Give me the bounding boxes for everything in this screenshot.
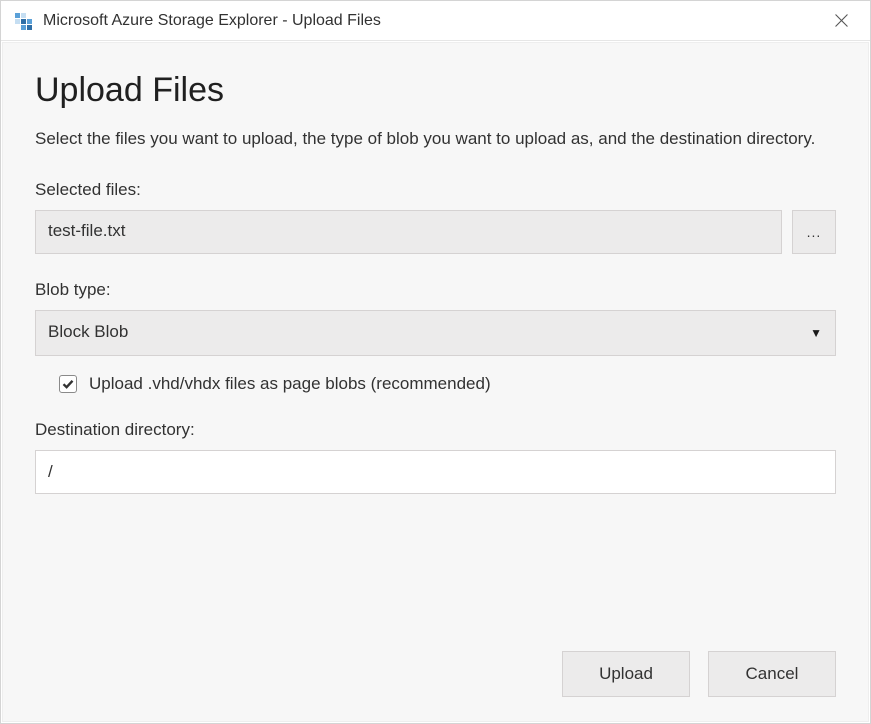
close-button[interactable] (820, 1, 862, 40)
cancel-button[interactable]: Cancel (708, 651, 836, 697)
blob-type-group: Blob type: Block Blob ▼ Upload .vhd/vhdx… (35, 280, 836, 394)
dialog-window: Microsoft Azure Storage Explorer - Uploa… (0, 0, 871, 724)
selected-files-display: test-file.txt (35, 210, 782, 254)
vhd-checkbox-row: Upload .vhd/vhdx files as page blobs (re… (35, 374, 836, 394)
dialog-heading: Upload Files (35, 71, 836, 110)
selected-files-row: test-file.txt ... (35, 210, 836, 254)
dialog-description: Select the files you want to upload, the… (35, 126, 835, 152)
destination-label: Destination directory: (35, 420, 836, 440)
blob-type-select[interactable]: Block Blob (35, 310, 836, 356)
vhd-checkbox-label: Upload .vhd/vhdx files as page blobs (re… (89, 374, 491, 394)
destination-directory-input[interactable] (35, 450, 836, 494)
blob-type-label: Blob type: (35, 280, 836, 300)
blob-type-select-wrap: Block Blob ▼ (35, 310, 836, 356)
storage-explorer-icon (13, 11, 33, 31)
selected-files-group: Selected files: test-file.txt ... (35, 180, 836, 254)
window-title: Microsoft Azure Storage Explorer - Uploa… (43, 12, 820, 30)
dialog-content: Upload Files Select the files you want t… (2, 42, 869, 722)
close-icon (835, 14, 848, 27)
selected-files-label: Selected files: (35, 180, 836, 200)
vhd-pageblob-checkbox[interactable] (59, 375, 77, 393)
browse-files-button[interactable]: ... (792, 210, 836, 254)
spacer (35, 520, 836, 640)
upload-button[interactable]: Upload (562, 651, 690, 697)
check-icon (62, 378, 74, 390)
destination-group: Destination directory: (35, 420, 836, 494)
dialog-button-row: Upload Cancel (35, 651, 836, 697)
titlebar: Microsoft Azure Storage Explorer - Uploa… (1, 1, 870, 41)
